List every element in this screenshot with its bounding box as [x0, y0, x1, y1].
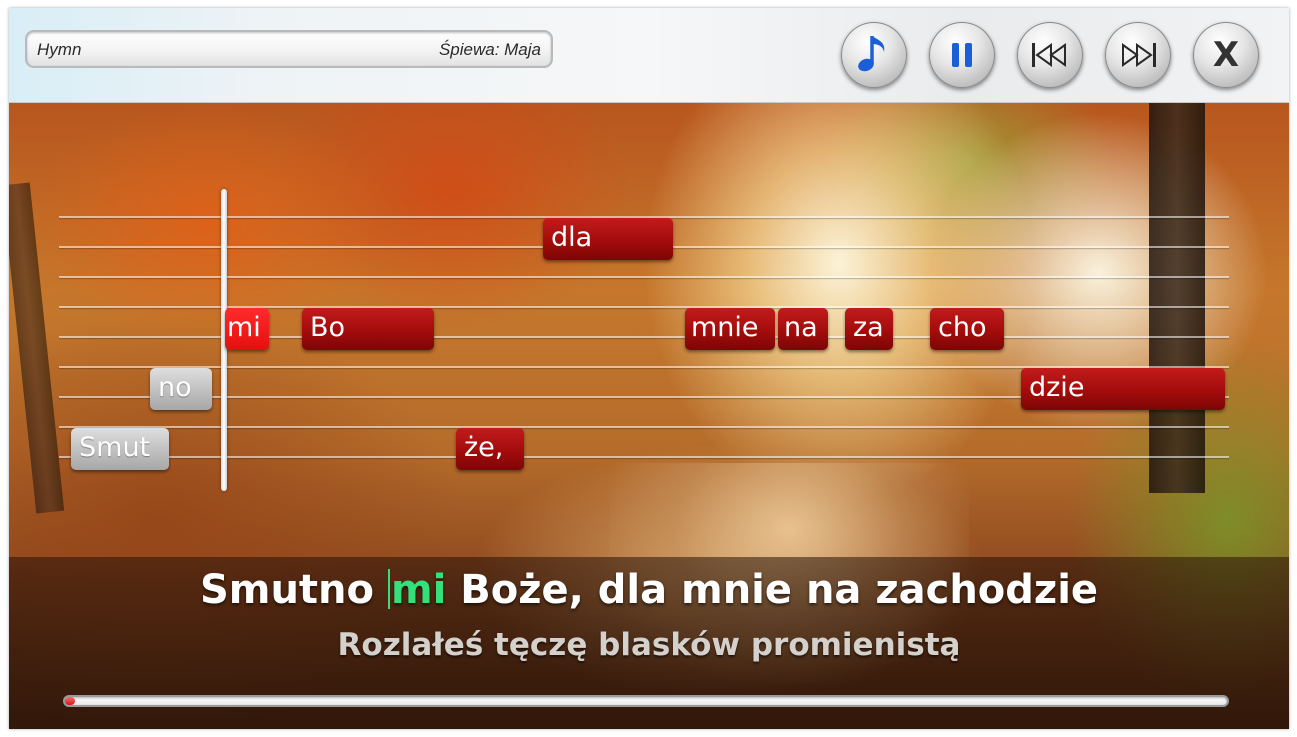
next-button[interactable]: [1105, 22, 1171, 88]
pause-icon: [952, 43, 972, 67]
lyric-sung: Smutno: [199, 567, 388, 613]
note-block: mnie: [685, 308, 775, 350]
stage-background: Smut no mi Bo że, dla mnie na za cho dzi…: [9, 103, 1289, 729]
note-block: na: [778, 308, 828, 350]
note-block: że,: [456, 428, 524, 470]
note-block: cho: [930, 308, 1004, 350]
current-lyric-line: Smutno mi Boże, dla mnie na zachodzie: [9, 567, 1289, 613]
note-block: dla: [543, 218, 673, 260]
previous-icon: [1032, 43, 1066, 67]
next-icon: [1122, 43, 1156, 67]
previous-button[interactable]: [1017, 22, 1083, 88]
staff-line: [59, 276, 1229, 278]
music-note-icon: [858, 36, 885, 72]
top-bar: Hymn Śpiewa: Maja X: [9, 8, 1289, 103]
tree-trunk: [1149, 103, 1205, 493]
pause-button[interactable]: [929, 22, 995, 88]
progress-bar[interactable]: [63, 695, 1229, 707]
song-title: Hymn: [37, 40, 82, 59]
next-lyric-line: Rozlałeś tęczę blasków promienistą: [337, 627, 961, 663]
progress-fill: [65, 697, 76, 705]
song-info-field: Hymn Śpiewa: Maja: [25, 30, 553, 68]
close-button[interactable]: X: [1193, 22, 1259, 88]
close-icon: X: [1212, 35, 1240, 75]
music-button[interactable]: [841, 22, 907, 88]
lyrics-panel: Smutno mi Boże, dla mnie na zachodzie Ro…: [9, 557, 1289, 729]
karaoke-window: Hymn Śpiewa: Maja X Smut no mi Bo że, dl…: [9, 8, 1289, 729]
staff-line: [59, 426, 1229, 428]
staff-line: [59, 456, 1229, 458]
lyric-upcoming: Boże, dla mnie na zachodzie: [446, 567, 1099, 613]
note-block: dzie: [1021, 368, 1225, 410]
note-block: no: [150, 368, 212, 410]
note-block: mi: [225, 308, 269, 350]
lyric-caret: [387, 569, 390, 609]
tree-trunk-left: [9, 182, 65, 514]
lyric-highlight: mi: [390, 567, 447, 613]
note-block: Bo: [302, 308, 434, 350]
note-block: Smut: [71, 428, 169, 470]
note-block: za: [845, 308, 893, 350]
singer-label: Śpiewa: Maja: [438, 40, 541, 59]
